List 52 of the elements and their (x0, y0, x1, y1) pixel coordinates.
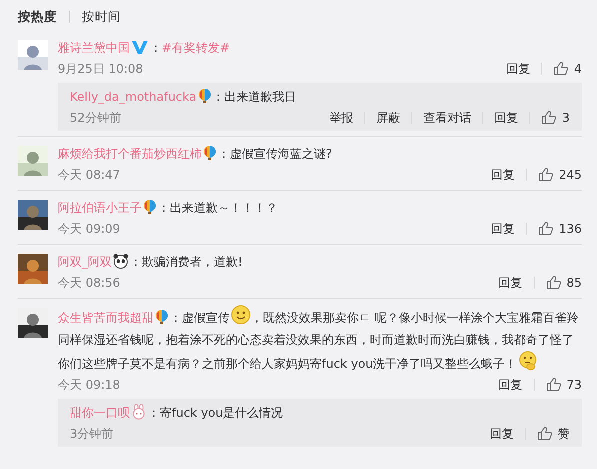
comment-text: ：出来道歉～！！！？ (158, 200, 278, 215)
action-link[interactable]: 回复 (498, 274, 523, 292)
action-link[interactable]: 回复 (506, 60, 530, 78)
timestamp: 3分钟前 (70, 426, 114, 443)
reply-text: ：出来道歉我日 (212, 90, 297, 104)
timestamp: 今天 08:47 (58, 166, 120, 184)
thinking-face-icon (518, 350, 538, 371)
like-button[interactable]: 4 (553, 60, 582, 78)
timestamp: 今天 08:56 (58, 274, 120, 292)
sort-tab[interactable]: 按热度 (18, 8, 57, 27)
reply-text: ：寄fuck you是什么情况 (148, 406, 284, 420)
action-link[interactable]: 回复 (490, 424, 514, 443)
thumbs-up-icon (541, 110, 558, 126)
thumbs-up-icon (538, 221, 554, 236)
balloon-icon (198, 88, 212, 104)
action-link[interactable]: 屏蔽 (376, 108, 400, 127)
like-button[interactable]: 73 (546, 376, 582, 394)
balloon-icon (143, 198, 157, 215)
balloon-icon (203, 144, 217, 161)
comment-text: ：虚假宣传 (170, 310, 230, 325)
timestamp: 52分钟前 (70, 110, 122, 127)
action-link[interactable]: 回复 (498, 376, 523, 394)
timestamp: 9月25日 10:08 (58, 60, 144, 78)
comment-text: ：欺骗消费者，道歉! (130, 254, 243, 269)
thumbs-up-icon (537, 426, 553, 442)
timestamp: 今天 09:09 (58, 220, 120, 238)
like-button[interactable]: 3 (541, 108, 570, 127)
timestamp: 今天 09:18 (58, 376, 120, 394)
thumbs-up-icon (546, 377, 562, 392)
thumbs-up-icon (553, 61, 570, 76)
comment-text: ：虚假宣传海蓝之谜? (218, 146, 332, 161)
thumbs-up-icon (546, 275, 562, 290)
action-link[interactable]: 回复 (494, 108, 518, 127)
comment-text: 同样保湿还省钱呢，抱着涂不死的心态卖着没效果的东西，时而道歉时而洗白赚钱，我都奇了怪了 (58, 332, 574, 347)
like-button[interactable]: 85 (546, 274, 582, 292)
verified-icon (131, 38, 149, 55)
action-link[interactable]: 回复 (491, 220, 516, 238)
comment-text: ，既然没效果那卖你ㄷ 呢？像小时候一样涂个大宝雅霜百雀羚 (251, 310, 579, 325)
like-button[interactable]: 赞 (537, 424, 570, 443)
thumbs-up-icon (538, 167, 554, 182)
action-link[interactable]: 举报 (329, 108, 354, 127)
sort-tab[interactable]: 按时间 (82, 8, 121, 27)
like-button[interactable]: 245 (538, 166, 582, 184)
panda-icon (113, 252, 129, 269)
smiley-icon (231, 304, 251, 325)
balloon-icon (155, 308, 169, 325)
rabbit-icon (131, 404, 147, 420)
action-link[interactable]: 查看对话 (423, 108, 472, 127)
comment-text: 你们这些牌子莫不是有病？之前那个给人家妈妈寄fuck you洗干净了吗又整些么蛾子！ (58, 356, 518, 371)
comment-text: ： (150, 40, 162, 55)
action-link[interactable]: 回复 (491, 166, 516, 184)
like-button[interactable]: 136 (538, 220, 582, 238)
